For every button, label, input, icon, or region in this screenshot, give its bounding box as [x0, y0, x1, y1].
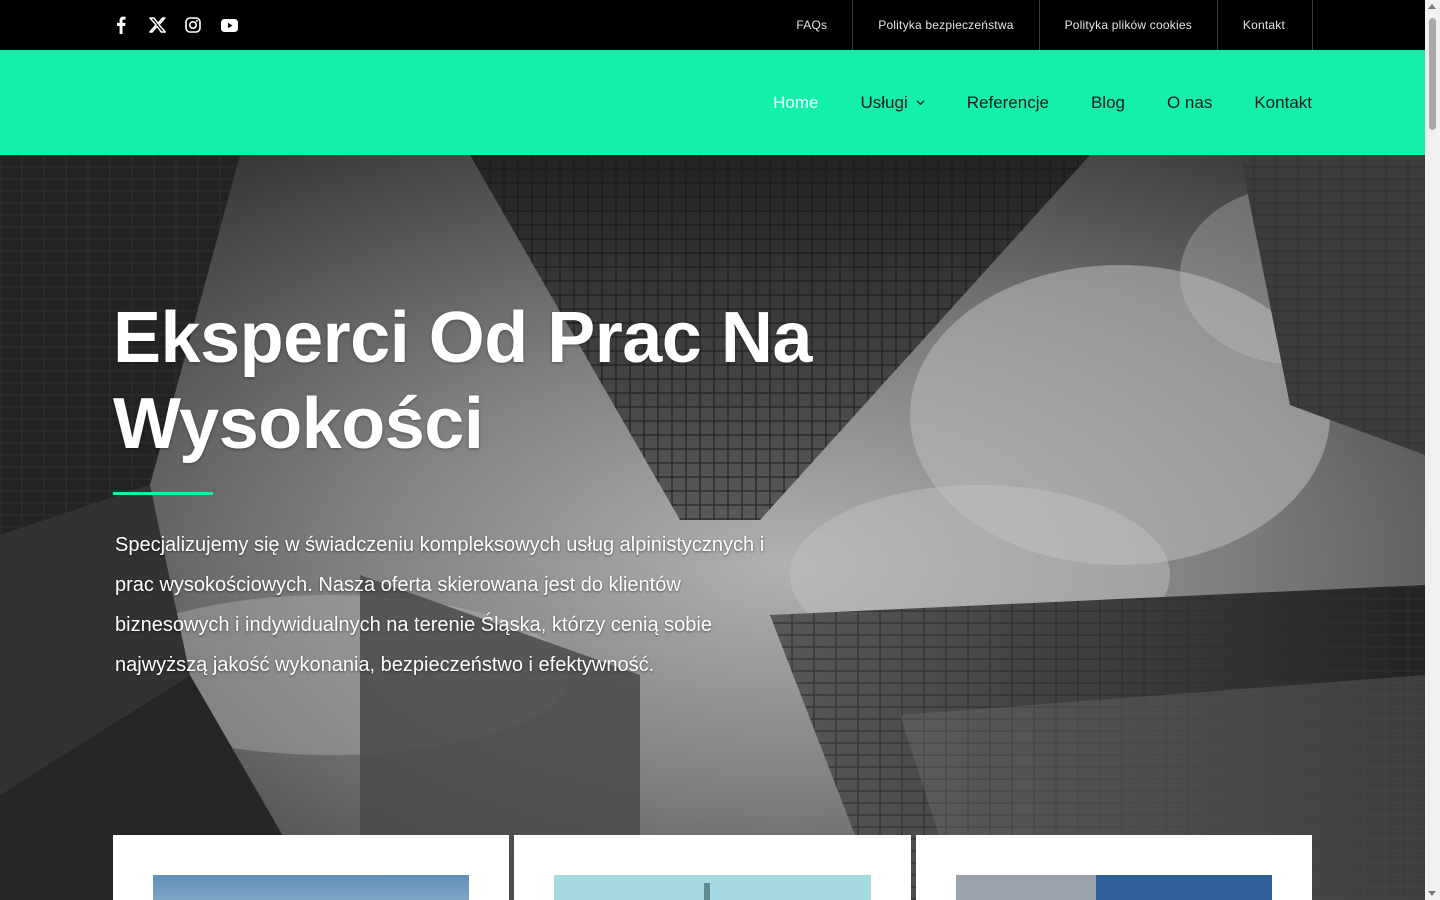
- chevron-down-icon: [916, 100, 925, 106]
- service-card[interactable]: [113, 835, 509, 900]
- top-link-contact[interactable]: Kontakt: [1218, 0, 1313, 50]
- scroll-down-arrow-icon[interactable]: [1428, 891, 1436, 896]
- scrollbar-thumb[interactable]: [1429, 18, 1436, 130]
- hero-description: Specjalizujemy się w świadczeniu komplek…: [115, 534, 765, 676]
- facebook-icon[interactable]: [112, 14, 130, 36]
- service-card-image: [153, 875, 469, 900]
- service-card[interactable]: [514, 835, 911, 900]
- service-card[interactable]: [916, 835, 1312, 900]
- instagram-icon[interactable]: [184, 14, 202, 36]
- top-link-security-policy[interactable]: Polityka bezpieczeństwa: [853, 0, 1040, 50]
- youtube-icon[interactable]: [220, 14, 238, 36]
- service-card-image: [554, 875, 871, 900]
- scroll-up-arrow-icon[interactable]: [1428, 4, 1436, 9]
- nav-item-referencje[interactable]: Referencje: [967, 93, 1049, 113]
- hero-title: Eksperci Od Prac Na Wysokości: [113, 298, 812, 464]
- top-link-faqs[interactable]: FAQs: [771, 0, 854, 50]
- nav-item-home[interactable]: Home: [773, 93, 818, 113]
- top-bar: FAQs Polityka bezpieczeństwa Polityka pl…: [0, 0, 1425, 50]
- main-nav: Home Usługi Referencje Blog O nas Kontak…: [773, 50, 1312, 155]
- nav-item-blog[interactable]: Blog: [1091, 93, 1125, 113]
- main-header: Home Usługi Referencje Blog O nas Kontak…: [0, 50, 1425, 155]
- nav-item-uslugi-label: Usługi: [860, 92, 908, 112]
- page-scrollbar[interactable]: [1425, 0, 1440, 900]
- x-icon[interactable]: [148, 14, 166, 36]
- nav-item-o-nas[interactable]: O nas: [1167, 93, 1212, 113]
- top-link-cookies-policy[interactable]: Polityka plików cookies: [1040, 0, 1218, 50]
- social-links: [112, 14, 238, 36]
- hero-section: Eksperci Od Prac Na Wysokości Specjalizu…: [0, 155, 1425, 900]
- nav-item-uslugi[interactable]: Usługi: [860, 92, 925, 113]
- nav-item-kontakt[interactable]: Kontakt: [1254, 93, 1312, 113]
- service-card-image: [956, 875, 1272, 900]
- accent-divider: [113, 492, 213, 495]
- utility-links: FAQs Polityka bezpieczeństwa Polityka pl…: [771, 0, 1313, 50]
